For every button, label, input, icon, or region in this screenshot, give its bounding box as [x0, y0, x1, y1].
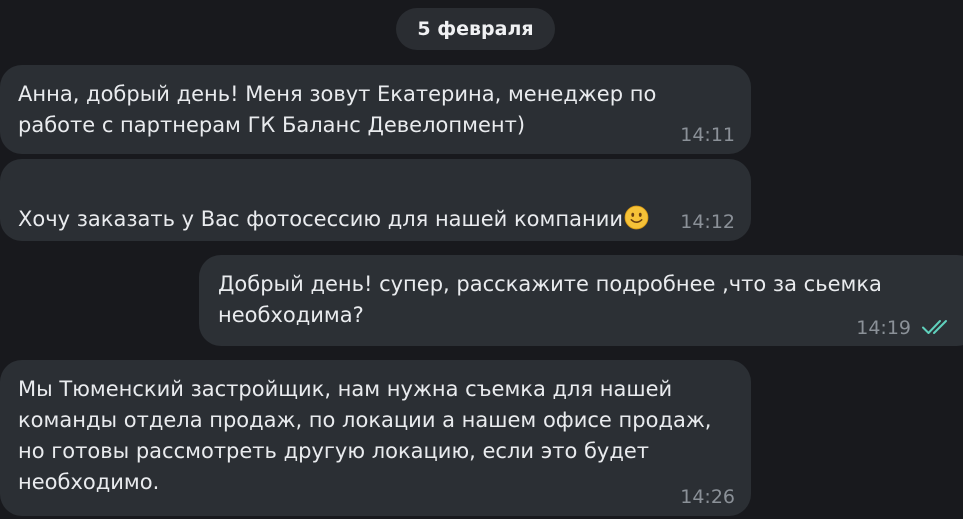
message-text: Хочу заказать у Вас фотосессию для нашей… [18, 173, 733, 235]
message-text: Добрый день! супер, расскажите подробнее… [218, 272, 882, 327]
message-bubble-outgoing[interactable]: Добрый день! супер, расскажите подробнее… [199, 255, 963, 346]
message-bubble-incoming[interactable]: Анна, добрый день! Меня зовут Екатерина,… [0, 65, 751, 154]
message-text: Анна, добрый день! Меня зовут Екатерина,… [18, 82, 657, 137]
message-time: 14:12 [680, 211, 735, 233]
message-time: 14:11 [680, 124, 735, 146]
slightly-smiling-face-icon [624, 205, 649, 230]
date-separator: 5 февраля [396, 8, 555, 50]
message-time: 14:26 [680, 486, 735, 508]
double-check-icon [922, 320, 947, 334]
message-bubble-incoming[interactable]: Хочу заказать у Вас фотосессию для нашей… [0, 159, 751, 241]
message-time: 14:19 [856, 317, 911, 339]
message-bubble-incoming[interactable]: Мы Тюменский застройщик, нам нужна съемк… [0, 360, 751, 516]
message-text: Мы Тюменский застройщик, нам нужна съемк… [18, 377, 712, 494]
message-text-content: Хочу заказать у Вас фотосессию для нашей… [18, 207, 624, 231]
